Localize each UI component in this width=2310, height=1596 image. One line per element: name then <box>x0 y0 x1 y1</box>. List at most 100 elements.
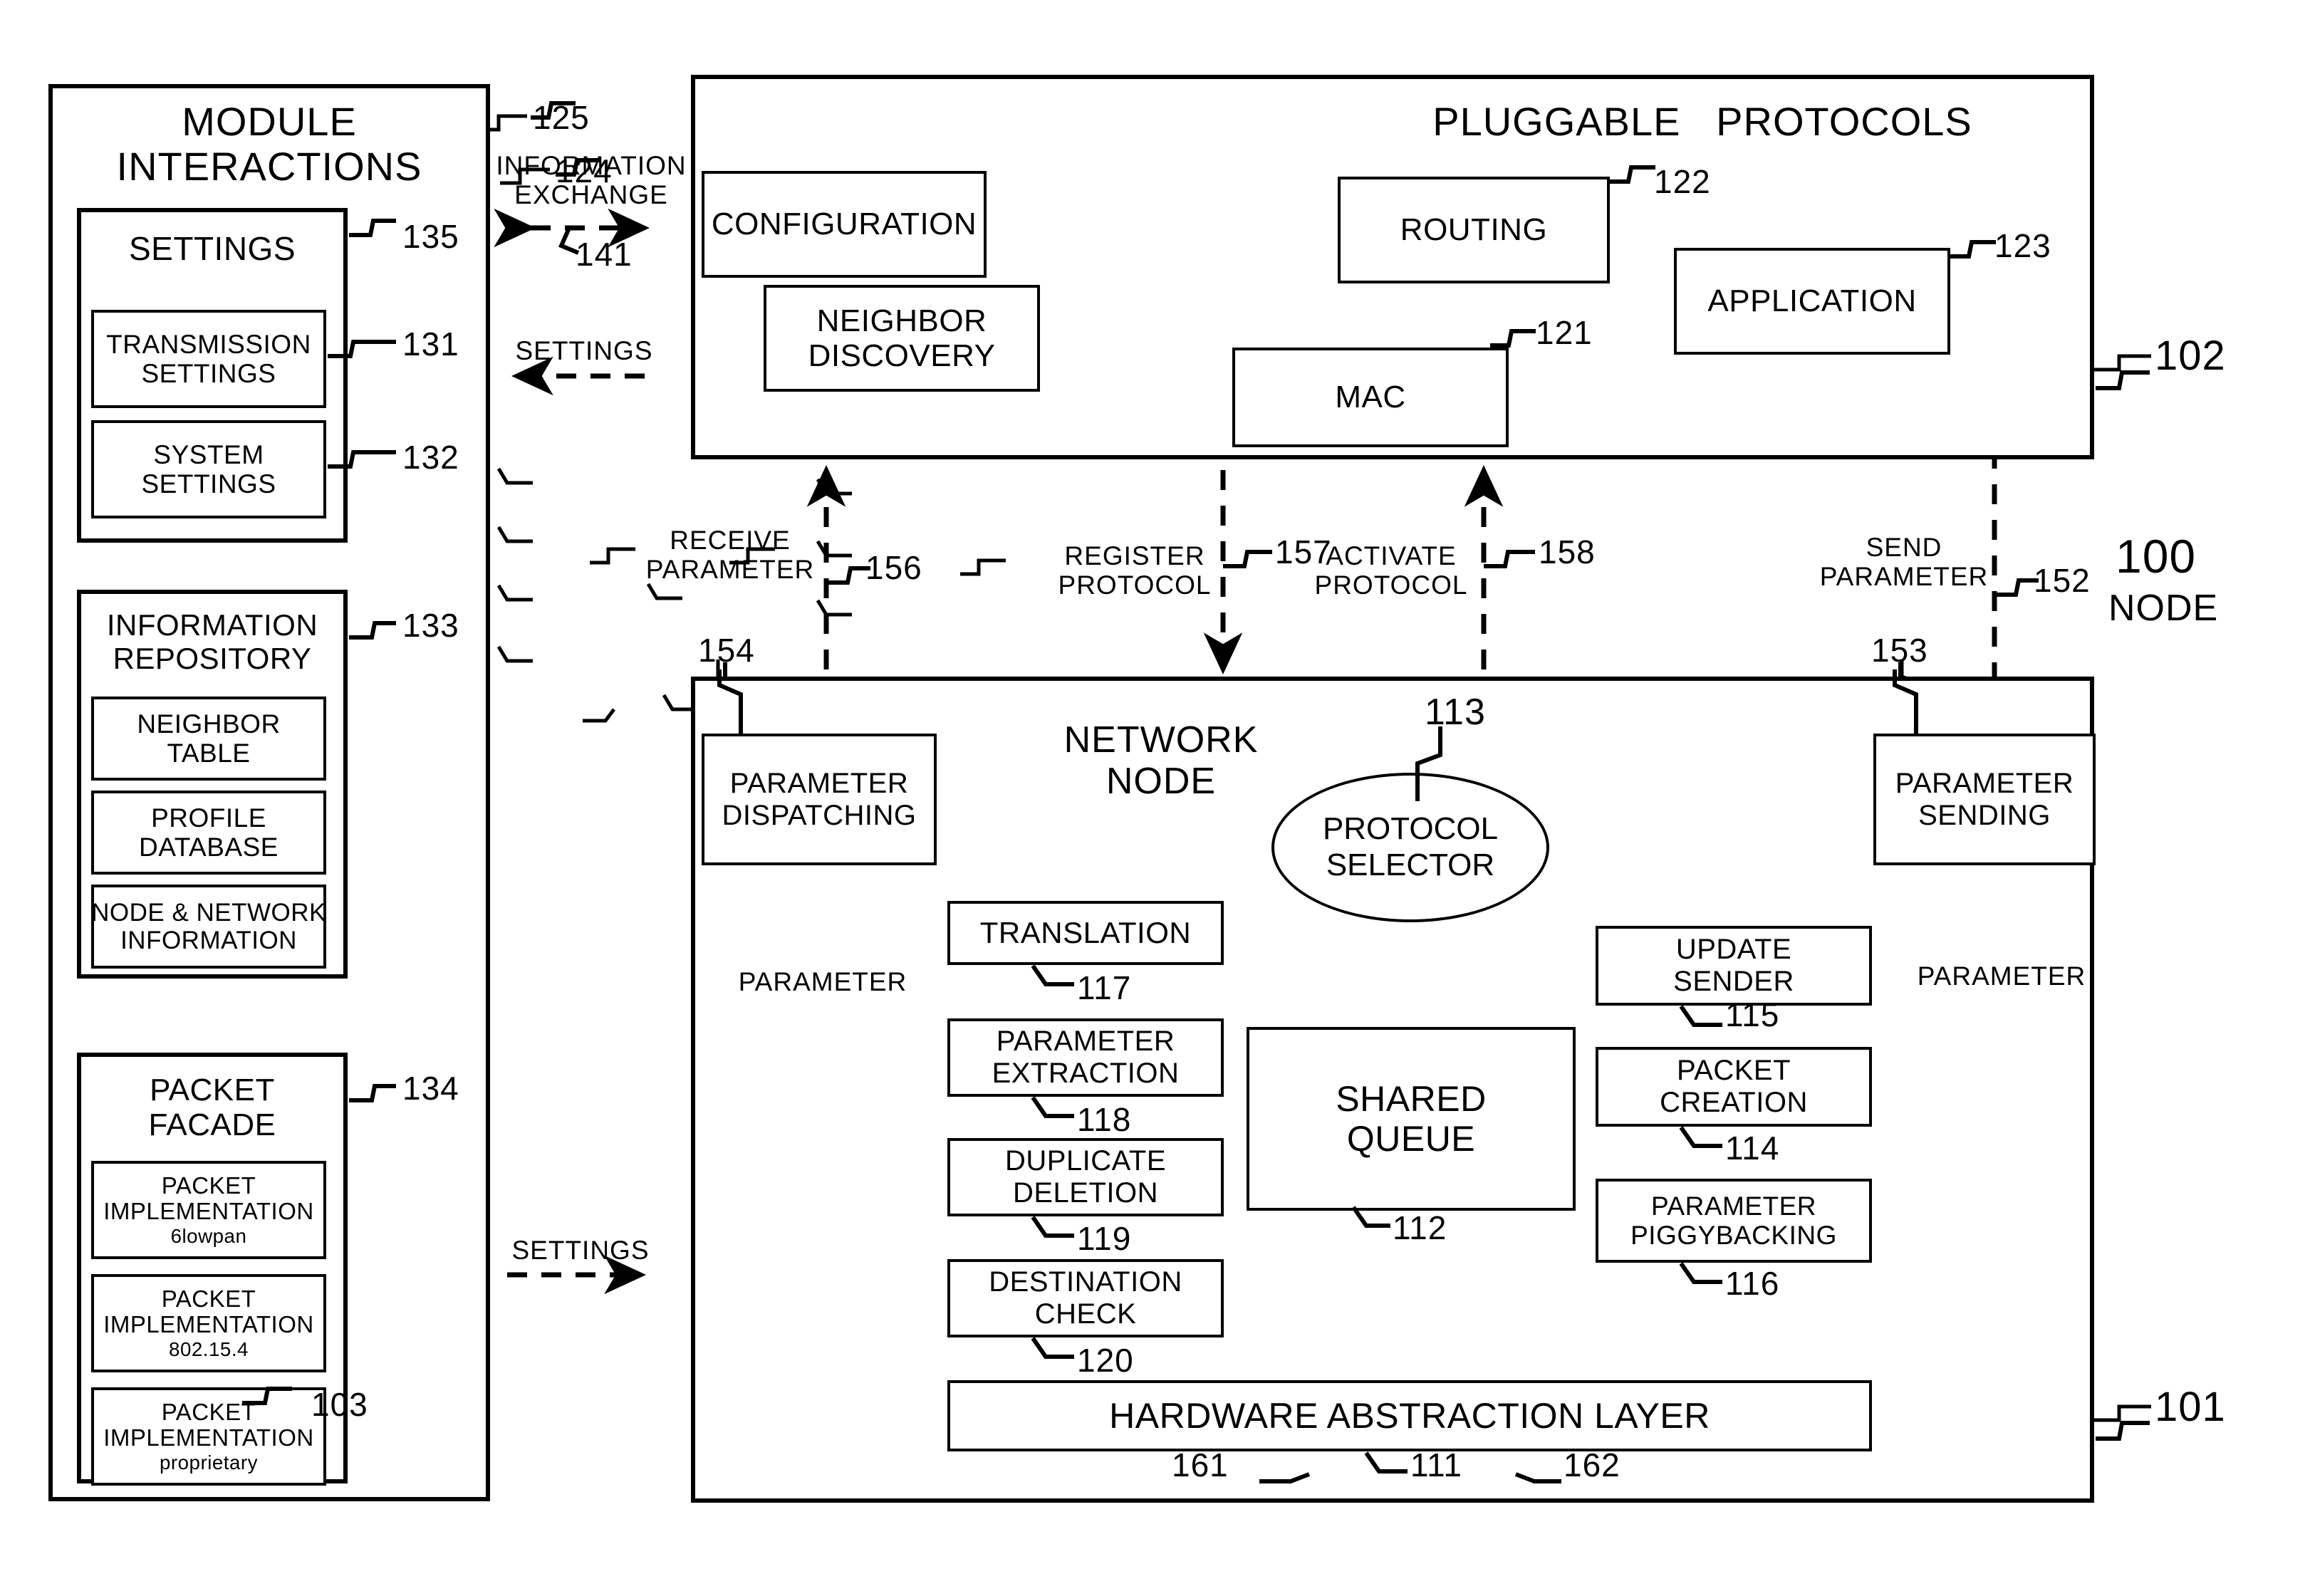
node-label: NODE <box>2108 588 2219 629</box>
translation-label: TRANSLATION <box>979 916 1192 950</box>
ref-157: 157 <box>1275 533 1332 570</box>
ref-158: 158 <box>1539 533 1596 570</box>
ref-114: 114 <box>1725 1130 1780 1167</box>
send-parameter-label: SEND PARAMETER <box>1819 533 1989 592</box>
profile-database-label: PROFILE DATABASE <box>139 803 279 862</box>
neighbor-discovery-label: NEIGHBOR DISCOVERY <box>808 303 996 373</box>
duplicate-deletion-box: DUPLICATE DELETION <box>947 1138 1224 1216</box>
ref-133: 133 <box>402 607 459 644</box>
protocol-selector-label: PROTOCOL SELECTOR <box>1322 811 1499 882</box>
ref-120: 120 <box>1077 1342 1134 1379</box>
parameter-dispatching-label: PARAMETER DISPATCHING <box>722 767 917 831</box>
neighbor-discovery-box: NEIGHBOR DISCOVERY <box>764 285 1040 392</box>
ref-118: 118 <box>1077 1101 1132 1138</box>
parameter-151-label: PARAMETER <box>1917 961 2086 991</box>
shared-queue-label: SHARED QUEUE <box>1336 1079 1487 1159</box>
receive-parameter-label: RECEIVE PARAMETER <box>645 526 815 585</box>
ref-132: 132 <box>402 439 459 476</box>
ref-154: 154 <box>698 632 755 669</box>
ref-101: 101 <box>2155 1384 2226 1430</box>
application-box: APPLICATION <box>1674 248 1950 355</box>
packet-creation-box: PACKET CREATION <box>1596 1047 1872 1127</box>
settings-flow-lower-label: SETTINGS <box>511 1236 650 1265</box>
parameter-piggybacking-box: PARAMETER PIGGYBACKING <box>1596 1179 1872 1263</box>
ref-102: 102 <box>2155 333 2226 379</box>
packet-implementation-802154-label: PACKET IMPLEMENTATION <box>103 1285 314 1338</box>
ref-124: 124 <box>556 152 613 189</box>
module-interactions-title: MODULE INTERACTIONS <box>116 99 422 189</box>
transmission-settings-label: TRANSMISSION SETTINGS <box>106 329 311 388</box>
parameter-extraction-label: PARAMETER EXTRACTION <box>992 1026 1180 1089</box>
ref-135: 135 <box>402 218 459 255</box>
settings-flow-upper-label: SETTINGS <box>515 336 653 365</box>
routing-label: ROUTING <box>1400 212 1548 248</box>
packet-implementation-proprietary-sub: proprietary <box>160 1451 258 1474</box>
patent-figure: MODULE INTERACTIONS SETTINGS TRANSMISSIO… <box>0 0 2310 1596</box>
ref-115: 115 <box>1725 996 1780 1033</box>
ref-111: 111 <box>1410 1446 1462 1483</box>
shared-queue-box: SHARED QUEUE <box>1247 1027 1576 1211</box>
ref-162: 162 <box>1564 1446 1620 1483</box>
translation-box: TRANSLATION <box>947 901 1224 965</box>
parameter-extraction-box: PARAMETER EXTRACTION <box>947 1018 1224 1097</box>
ref-121: 121 <box>1536 314 1593 351</box>
ref-161: 161 <box>1172 1446 1229 1483</box>
ref-103: 103 <box>311 1386 368 1423</box>
neighbor-table-label: NEIGHBOR TABLE <box>137 709 281 768</box>
parameter-sending-box: PARAMETER SENDING <box>1873 734 2096 865</box>
destination-check-label: DESTINATION CHECK <box>989 1266 1182 1330</box>
mac-label: MAC <box>1335 380 1406 415</box>
packet-implementation-6lowpan-box: PACKET IMPLEMENTATION 6lowpan <box>91 1161 326 1259</box>
packet-facade-label: PACKET FACADE <box>148 1073 276 1143</box>
application-label: APPLICATION <box>1707 283 1917 319</box>
ref-141: 141 <box>576 236 633 273</box>
ref-131: 131 <box>402 325 459 363</box>
pluggable-protocols-title: PLUGGABLE PROTOCOLS <box>1432 99 1972 144</box>
system-settings-label: SYSTEM SETTINGS <box>141 439 276 499</box>
ref-123: 123 <box>1994 227 2051 264</box>
system-settings-box: SYSTEM SETTINGS <box>91 420 326 518</box>
settings-group-label: SETTINGS <box>128 230 296 267</box>
node-network-information-label: NODE & NETWORK INFORMATION <box>91 898 326 954</box>
ref-134: 134 <box>402 1070 459 1107</box>
ref-116: 116 <box>1725 1265 1780 1302</box>
ref-113: 113 <box>1425 692 1486 733</box>
ref-122: 122 <box>1654 163 1711 200</box>
routing-box: ROUTING <box>1338 177 1610 283</box>
profile-database-box: PROFILE DATABASE <box>91 791 326 875</box>
node-network-information-box: NODE & NETWORK INFORMATION <box>91 885 326 969</box>
packet-implementation-6lowpan-label: PACKET IMPLEMENTATION <box>103 1172 314 1225</box>
packet-implementation-802154-box: PACKET IMPLEMENTATION 802.15.4 <box>91 1274 326 1372</box>
neighbor-table-box: NEIGHBOR TABLE <box>91 697 326 781</box>
mac-box: MAC <box>1232 348 1509 447</box>
configuration-box: CONFIGURATION <box>702 171 987 278</box>
packet-implementation-802154-sub: 802.15.4 <box>169 1338 249 1361</box>
node-number: 100 <box>2116 530 2197 583</box>
register-protocol-label: REGISTER PROTOCOL <box>1058 541 1212 600</box>
ref-153: 153 <box>1871 632 1928 669</box>
configuration-label: CONFIGURATION <box>711 207 977 242</box>
ref-112: 112 <box>1393 1209 1447 1246</box>
ref-156: 156 <box>865 549 922 586</box>
parameter-sending-label: PARAMETER SENDING <box>1895 767 2074 831</box>
update-sender-box: UPDATE SENDER <box>1596 926 1872 1006</box>
hardware-abstraction-layer-box: HARDWARE ABSTRACTION LAYER <box>947 1380 1872 1451</box>
update-sender-label: UPDATE SENDER <box>1673 934 1794 997</box>
parameter-dispatching-box: PARAMETER DISPATCHING <box>702 734 937 865</box>
hardware-abstraction-layer-label: HARDWARE ABSTRACTION LAYER <box>1109 1396 1710 1436</box>
packet-implementation-6lowpan-sub: 6lowpan <box>170 1225 247 1248</box>
parameter-piggybacking-label: PARAMETER PIGGYBACKING <box>1630 1191 1837 1250</box>
duplicate-deletion-label: DUPLICATE DELETION <box>1004 1145 1167 1209</box>
ref-125: 125 <box>533 99 590 136</box>
transmission-settings-box: TRANSMISSION SETTINGS <box>91 310 326 408</box>
packet-implementation-proprietary-box: PACKET IMPLEMENTATION proprietary <box>91 1387 326 1486</box>
ref-119: 119 <box>1077 1220 1132 1257</box>
packet-creation-label: PACKET CREATION <box>1660 1055 1808 1118</box>
packet-implementation-proprietary-label: PACKET IMPLEMENTATION <box>103 1398 314 1451</box>
parameter-155-label: PARAMETER <box>738 967 907 996</box>
network-node-title: NETWORK NODE <box>1063 719 1259 803</box>
ref-152: 152 <box>2034 562 2091 599</box>
protocol-selector-ellipse: PROTOCOL SELECTOR <box>1271 773 1549 922</box>
ref-117: 117 <box>1077 969 1132 1006</box>
information-repository-label: INFORMATION REPOSITORY <box>106 608 318 676</box>
